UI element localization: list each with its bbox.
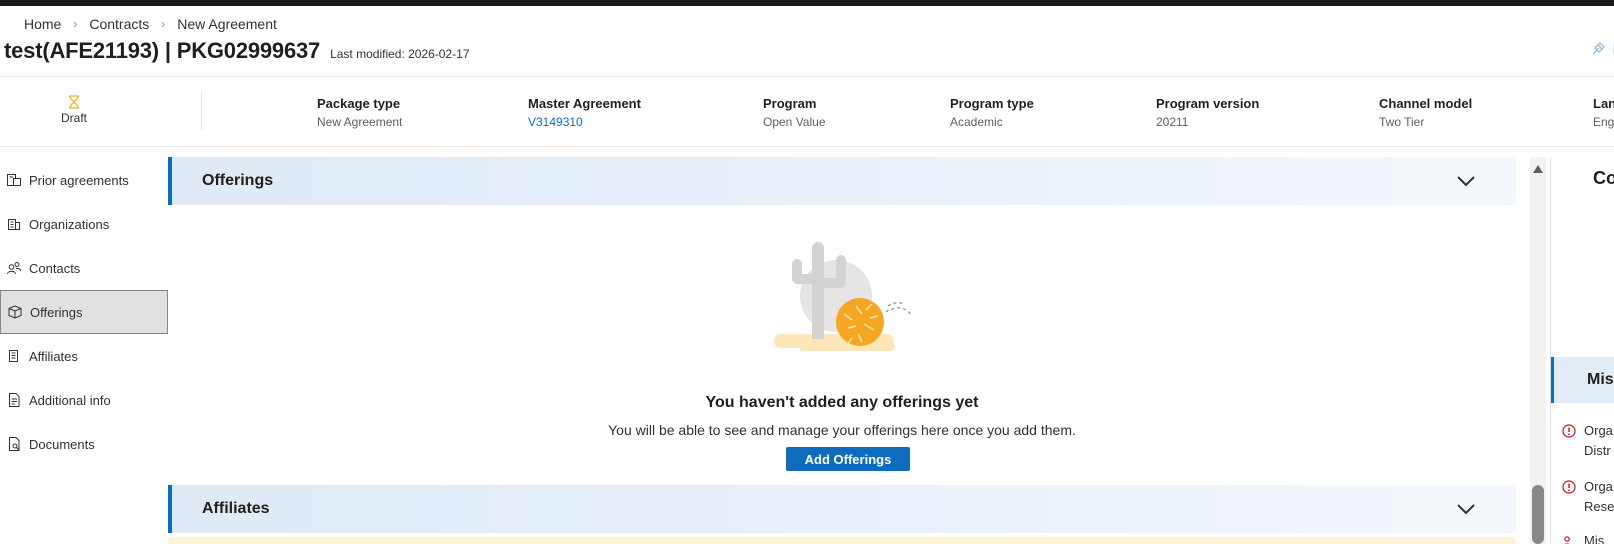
document-lines-icon [5,391,23,409]
edit-link-icon [1592,42,1606,55]
status-label: Draft [60,111,87,125]
empty-state-description: You will be able to see and manage your … [608,422,1076,438]
meta-label: Channel model [1379,96,1473,111]
sidebar-item-documents[interactable]: Documents [0,422,168,466]
missing-item[interactable]: Orga Distr [1562,421,1614,461]
missing-item-line2: Rese [1584,499,1614,514]
sidebar-item-prior-agreements[interactable]: Prior agreements [0,158,168,202]
meta-value: Two Tier [1379,115,1425,129]
sidebar-item-label: Organizations [29,216,110,232]
last-modified: Last modified: 2026-02-17 [330,47,470,61]
missing-info-header[interactable]: Miss [1551,357,1614,403]
sidebar-item-affiliates[interactable]: Affiliates [0,334,168,378]
meta-divider [0,146,1614,147]
sidebar-item-label: Prior agreements [29,172,129,188]
section-nav: Prior agreements Organizations Contacts … [0,158,168,466]
main-content: Offerings You haven't added any offering… [168,157,1516,544]
empty-state-illustration [774,242,913,351]
sidebar-item-organizations[interactable]: Organizations [0,202,168,246]
sidebar-item-label: Documents [29,436,95,452]
scroll-up-arrow-icon[interactable] [1533,165,1543,173]
status-divider [201,92,202,130]
missing-item-line1: Orga [1584,479,1613,494]
sidebar-item-label: Offerings [30,304,83,320]
prior-agreements-icon [5,171,23,189]
right-panel-title: Co [1593,168,1614,188]
meta-channel-model: Channel model Two Tier [1379,96,1472,129]
sidebar-item-contacts[interactable]: Contacts [0,246,168,290]
missing-item-line1: Mis [1584,533,1605,544]
meta-program-type: Program type Academic [950,96,1034,129]
error-circle-icon [1562,480,1576,494]
people-icon [5,259,23,277]
breadcrumb-contracts[interactable]: Contracts [89,16,149,32]
box-icon [6,303,24,321]
sidebar-item-label: Contacts [29,260,81,276]
people-error-icon [1564,536,1570,544]
error-circle-icon [1562,424,1576,438]
meta-language: Lan Eng [1593,96,1614,129]
missing-item-line2: Distr [1584,443,1611,458]
hourglass-icon [69,95,79,109]
affiliate-building-icon [5,347,23,365]
title-row: test(AFE21193) | PKG02999637 Last modifi… [4,38,470,64]
warning-banner [168,537,1516,544]
sidebar-item-additional-info[interactable]: Additional info [0,378,168,422]
content-scrollbar[interactable] [1530,157,1546,544]
scrollbar-thumb[interactable] [1532,485,1544,544]
affiliates-section-title: Affiliates [202,500,270,517]
meta-program-version: Program version 20211 [1156,96,1259,129]
offerings-section-title: Offerings [202,172,274,189]
meta-package-type: Package type New Agreement [317,96,402,129]
chevron-right-icon: › [161,17,166,31]
top-right-action[interactable]: In [1590,41,1614,57]
meta-value: 20211 [1156,115,1189,129]
sidebar-item-label: Affiliates [29,348,78,364]
page-title: test(AFE21193) | PKG02999637 [4,38,321,63]
status-badge: Draft [40,95,108,125]
meta-value: Open Value [763,115,826,129]
missing-item-line1: Orga [1584,423,1613,438]
empty-state-title: You haven't added any offerings yet [705,394,979,411]
meta-label: Program type [950,96,1034,111]
sidebar-item-offerings[interactable]: Offerings [0,290,168,334]
meta-label: Program version [1156,96,1260,111]
meta-label: Master Agreement [528,96,641,111]
missing-item[interactable]: Mis [1562,531,1614,544]
header-divider [0,76,1614,77]
sidebar-item-label: Additional info [29,392,111,408]
meta-label: Package type [317,96,401,111]
meta-program: Program Open Value [763,96,826,129]
meta-value: New Agreement [317,115,403,129]
meta-master-agreement: Master Agreement V3149310 [528,96,641,129]
chevron-down-icon[interactable] [1456,499,1476,519]
affiliates-section-header[interactable]: Affiliates [168,485,1516,533]
building-icon [5,215,23,233]
meta-label: Program [763,96,817,111]
meta-value: Eng [1593,115,1614,129]
right-panel-divider [1550,157,1551,544]
chevron-right-icon: › [73,17,78,31]
offerings-section-header[interactable]: Offerings [168,157,1516,205]
meta-value: Academic [950,115,1003,129]
meta-label: Lan [1593,96,1614,111]
breadcrumb-home[interactable]: Home [24,16,61,32]
missing-item[interactable]: Orga Rese [1562,477,1614,517]
top-bar [0,0,1614,6]
chevron-down-icon[interactable] [1456,171,1476,191]
document-search-icon [5,435,23,453]
master-agreement-link[interactable]: V3149310 [528,115,641,129]
add-offerings-button[interactable]: Add Offerings [786,447,910,471]
breadcrumb: Home › Contracts › New Agreement [24,16,277,32]
breadcrumb-current: New Agreement [177,16,277,32]
